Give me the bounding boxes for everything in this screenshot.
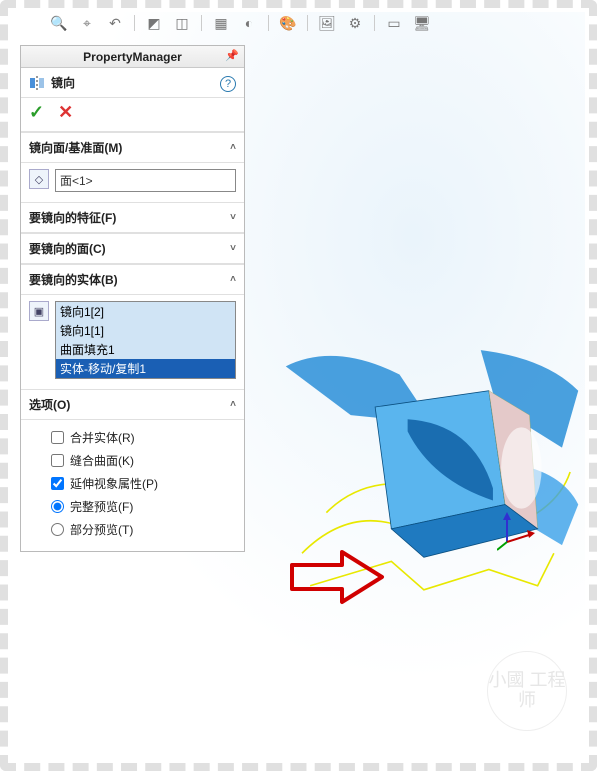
option-label: 完整预览(F): [70, 498, 133, 515]
option-full-preview[interactable]: 完整预览(F): [51, 495, 236, 518]
option-label: 合并实体(R): [70, 429, 135, 446]
list-item[interactable]: 曲面填充1: [56, 340, 235, 359]
list-item[interactable]: 实体-移动/复制1: [56, 359, 235, 378]
panel-title-bar: PropertyManager 📌: [21, 46, 244, 68]
feature-header: 镜向 ?: [21, 68, 244, 98]
face-select-icon[interactable]: ◇: [29, 169, 49, 189]
section-mirror-face-body: ◇ 面<1>: [21, 163, 244, 202]
body-select-icon[interactable]: ▣: [29, 301, 49, 321]
option-propagate[interactable]: 延伸视象属性(P): [51, 472, 236, 495]
partial-preview-radio[interactable]: [51, 523, 64, 536]
feature-name: 镜向: [51, 74, 75, 91]
zoom-area-icon[interactable]: ⌖: [78, 14, 96, 32]
knit-checkbox[interactable]: [51, 454, 64, 467]
section-title: 镜向面/基准面(M): [29, 139, 122, 156]
section-bodies-body: ▣ 镜向1[2] 镜向1[1] 曲面填充1 实体-移动/复制1: [21, 295, 244, 389]
list-item[interactable]: 镜向1[1]: [56, 321, 235, 340]
zoom-prev-icon[interactable]: ↶: [106, 14, 124, 32]
section-bodies-header[interactable]: 要镜向的实体(B) ˄: [21, 264, 244, 295]
display-style-icon[interactable]: ▦: [212, 14, 230, 32]
option-label: 缝合曲面(K): [70, 452, 134, 469]
pin-icon[interactable]: 📌: [224, 49, 240, 65]
mirror-icon: [29, 75, 45, 91]
property-manager-panel: PropertyManager 📌 镜向 ? ✓ ✕ 镜向面/基准面(M) ˄ …: [20, 45, 245, 552]
mirror-face-input[interactable]: 面<1>: [55, 169, 236, 192]
bodies-listbox[interactable]: 镜向1[2] 镜向1[1] 曲面填充1 实体-移动/复制1: [55, 301, 236, 379]
annotation-arrow: [287, 547, 387, 607]
model-geometry: [252, 342, 597, 602]
section-title: 要镜向的特征(F): [29, 209, 116, 226]
option-merge-solids[interactable]: 合并实体(R): [51, 426, 236, 449]
hide-show-icon[interactable]: ◐: [240, 14, 258, 32]
list-item[interactable]: 镜向1[2]: [56, 302, 235, 321]
section-features-header[interactable]: 要镜向的特征(F) ˅: [21, 202, 244, 233]
monitor-icon[interactable]: 🖥: [413, 14, 431, 32]
watermark: 小國 工程师: [487, 651, 567, 731]
propagate-checkbox[interactable]: [51, 477, 64, 490]
chevron-up-icon: ˄: [230, 399, 236, 410]
toggle-display-icon[interactable]: ▭: [385, 14, 403, 32]
cancel-button[interactable]: ✕: [58, 102, 73, 123]
help-icon[interactable]: ?: [220, 76, 236, 92]
section-title: 要镜向的实体(B): [29, 271, 118, 288]
section-mirror-face-header[interactable]: 镜向面/基准面(M) ˄: [21, 132, 244, 163]
merge-checkbox[interactable]: [51, 431, 64, 444]
chevron-up-icon: ˄: [230, 274, 236, 285]
view-orient-icon[interactable]: ◫: [173, 14, 191, 32]
option-partial-preview[interactable]: 部分预览(T): [51, 518, 236, 541]
section-options-header[interactable]: 选项(O) ˄: [21, 389, 244, 420]
option-knit-surfaces[interactable]: 缝合曲面(K): [51, 449, 236, 472]
ok-cancel-row: ✓ ✕: [21, 98, 244, 132]
view-toolbar: 🔍 ⌖ ↶ ◩ ◫ ▦ ◐ 🎨 🖼 ⚙ ▭ 🖥: [50, 12, 577, 34]
origin-triad-icon: [497, 512, 537, 552]
ok-button[interactable]: ✓: [29, 102, 44, 123]
section-faces-header[interactable]: 要镜向的面(C) ˅: [21, 233, 244, 264]
section-title: 要镜向的面(C): [29, 240, 106, 257]
full-preview-radio[interactable]: [51, 500, 64, 513]
option-label: 部分预览(T): [70, 521, 133, 538]
apply-scene-icon[interactable]: 🖼: [318, 14, 336, 32]
zoom-fit-icon[interactable]: 🔍: [50, 14, 68, 32]
chevron-down-icon: ˅: [230, 243, 236, 254]
view-settings-icon[interactable]: ⚙: [346, 14, 364, 32]
chevron-up-icon: ˄: [230, 142, 236, 153]
section-title: 选项(O): [29, 396, 70, 413]
edit-appearance-icon[interactable]: 🎨: [279, 14, 297, 32]
panel-title: PropertyManager: [83, 50, 182, 64]
chevron-down-icon: ˅: [230, 212, 236, 223]
section-options-body: 合并实体(R) 缝合曲面(K) 延伸视象属性(P) 完整预览(F) 部分预览(T…: [21, 420, 244, 551]
section-view-icon[interactable]: ◩: [145, 14, 163, 32]
option-label: 延伸视象属性(P): [70, 475, 158, 492]
